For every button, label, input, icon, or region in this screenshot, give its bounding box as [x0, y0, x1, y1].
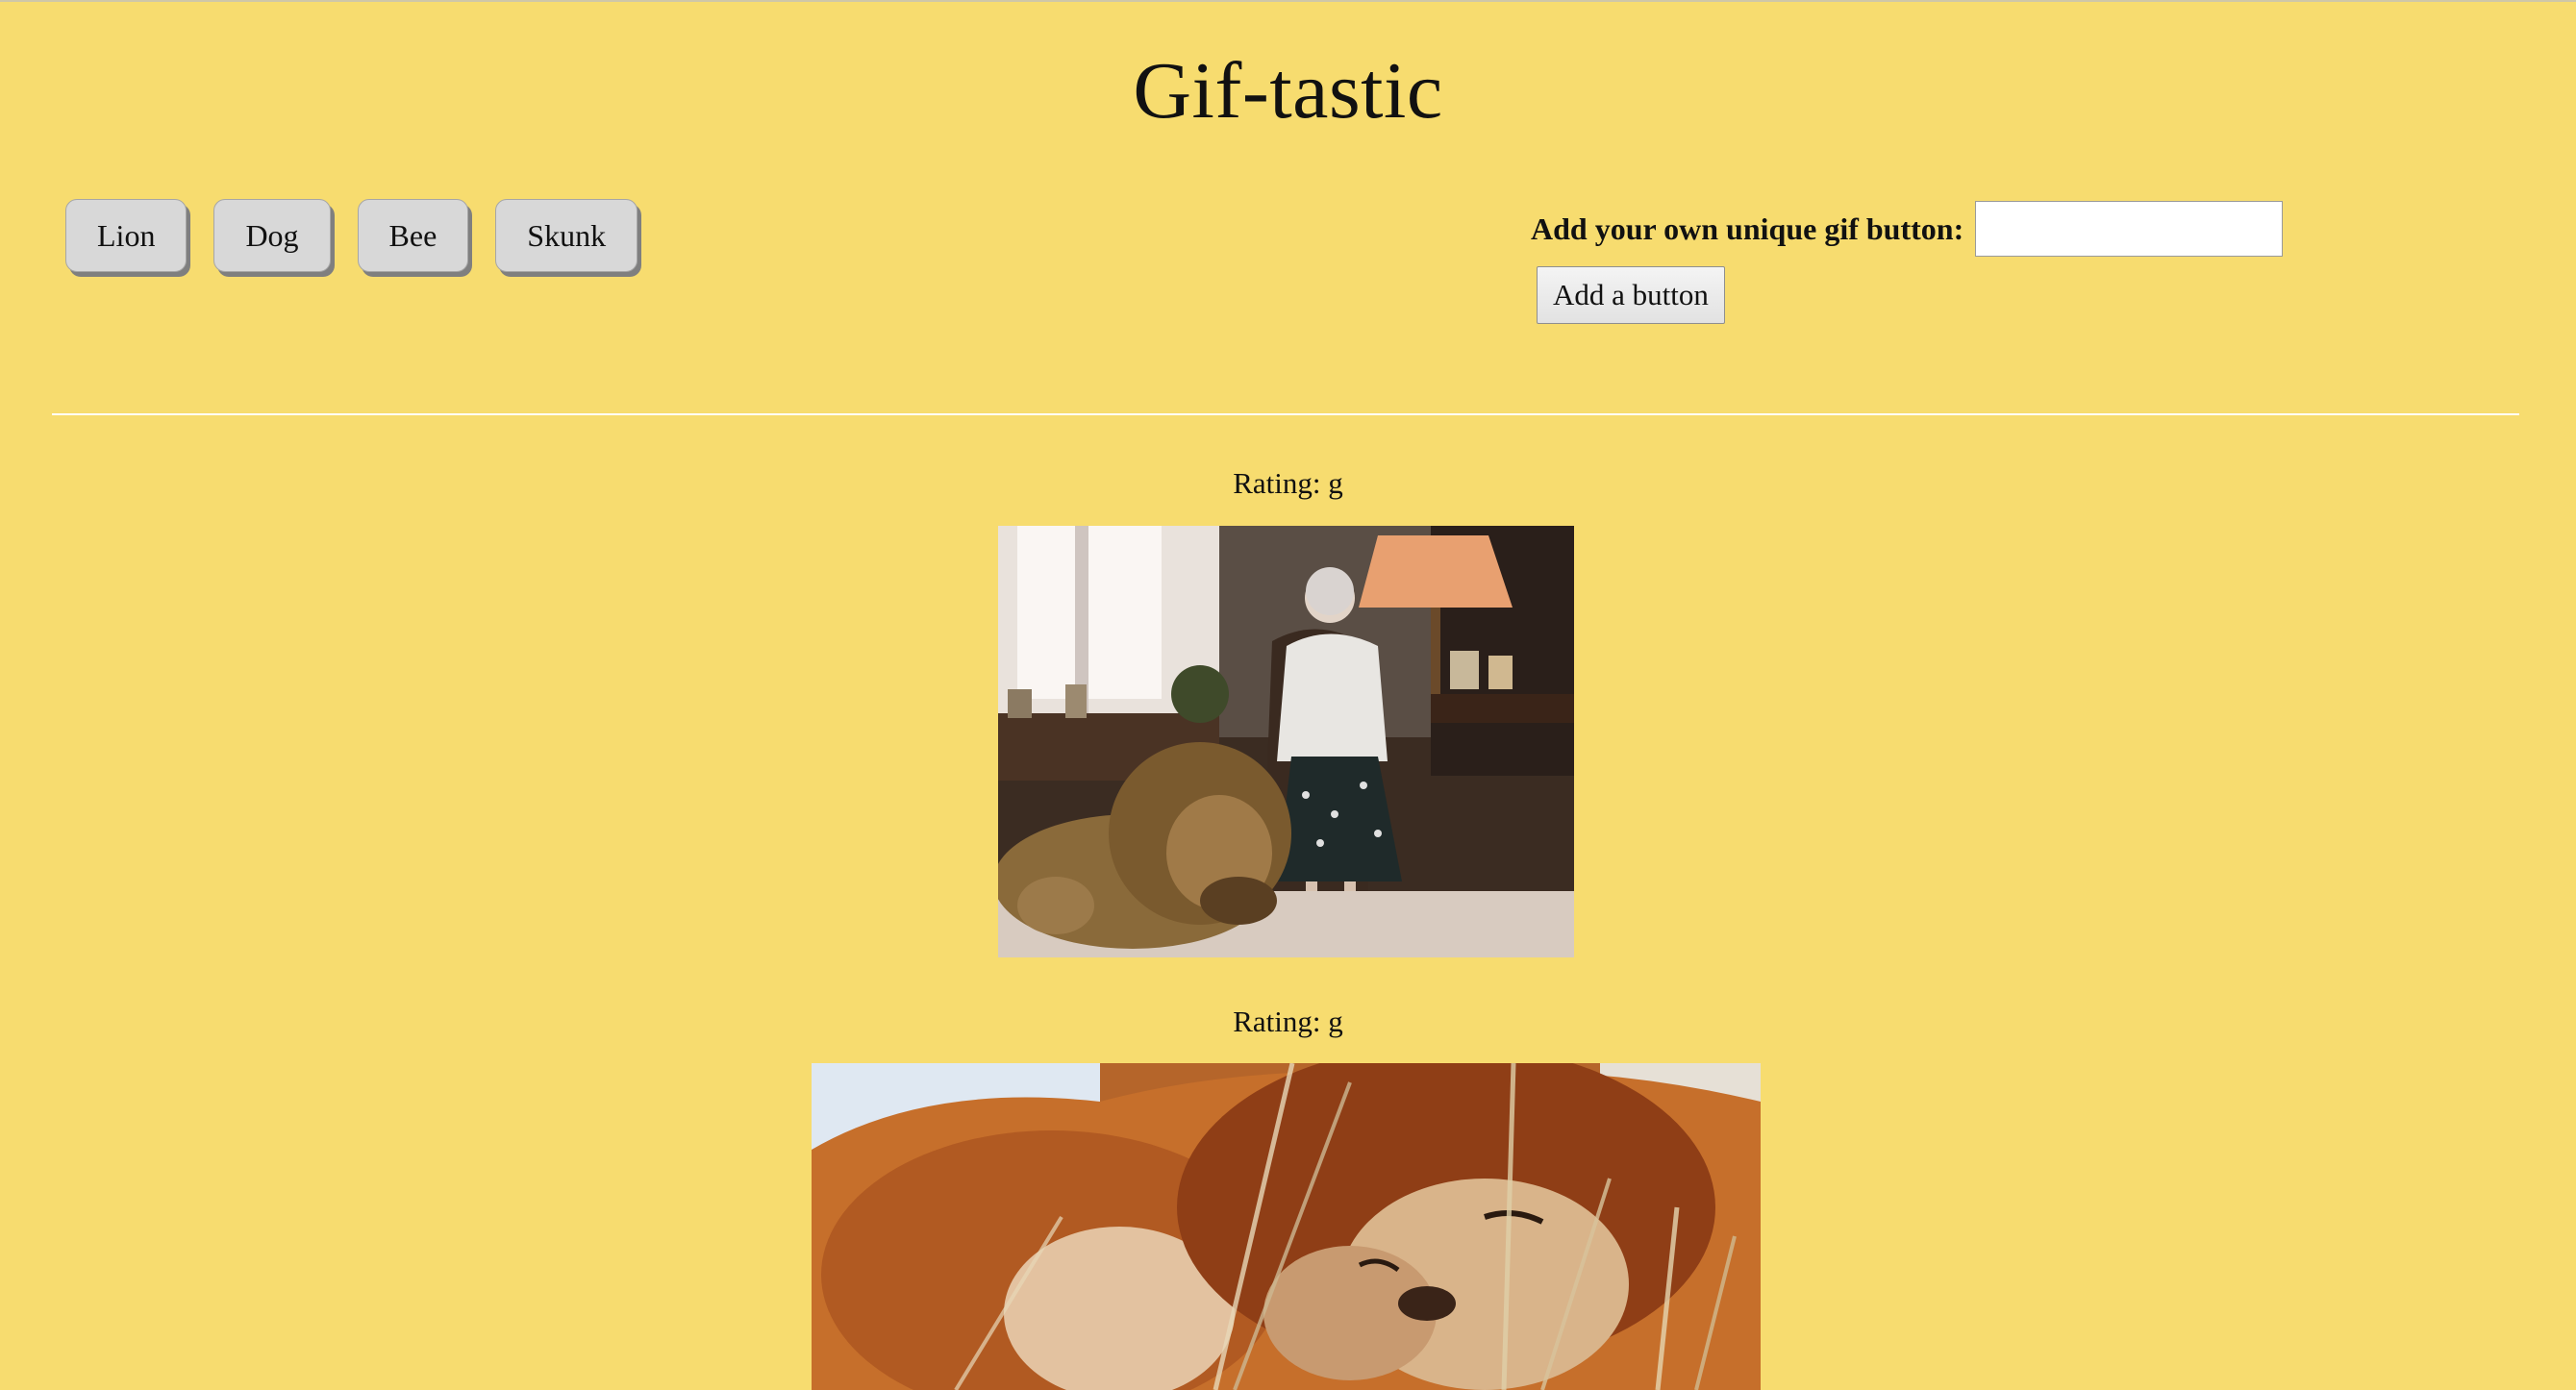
- gif-rating: Rating: g: [1233, 466, 1343, 500]
- topic-button-dog[interactable]: Dog: [213, 199, 331, 272]
- gif-image-lions-nuzzling[interactable]: [812, 1063, 1761, 1390]
- topic-button-bar: Lion Dog Bee Skunk: [65, 199, 638, 272]
- topic-button-lion[interactable]: Lion: [65, 199, 188, 272]
- page-title: Gif-tastic: [1133, 46, 1443, 136]
- gif-image-woman-with-lion[interactable]: [998, 526, 1574, 957]
- divider: [52, 413, 2519, 415]
- add-button-submit[interactable]: Add a button: [1537, 266, 1725, 324]
- gif-rating: Rating: g: [1233, 1005, 1343, 1038]
- new-topic-input[interactable]: [1975, 201, 2284, 257]
- add-button-label: Add your own unique gif button:: [1531, 211, 1964, 246]
- topic-button-bee[interactable]: Bee: [357, 199, 469, 272]
- add-button-form: Add your own unique gif button: Add a bu…: [1531, 201, 2284, 324]
- topic-button-skunk[interactable]: Skunk: [495, 199, 638, 272]
